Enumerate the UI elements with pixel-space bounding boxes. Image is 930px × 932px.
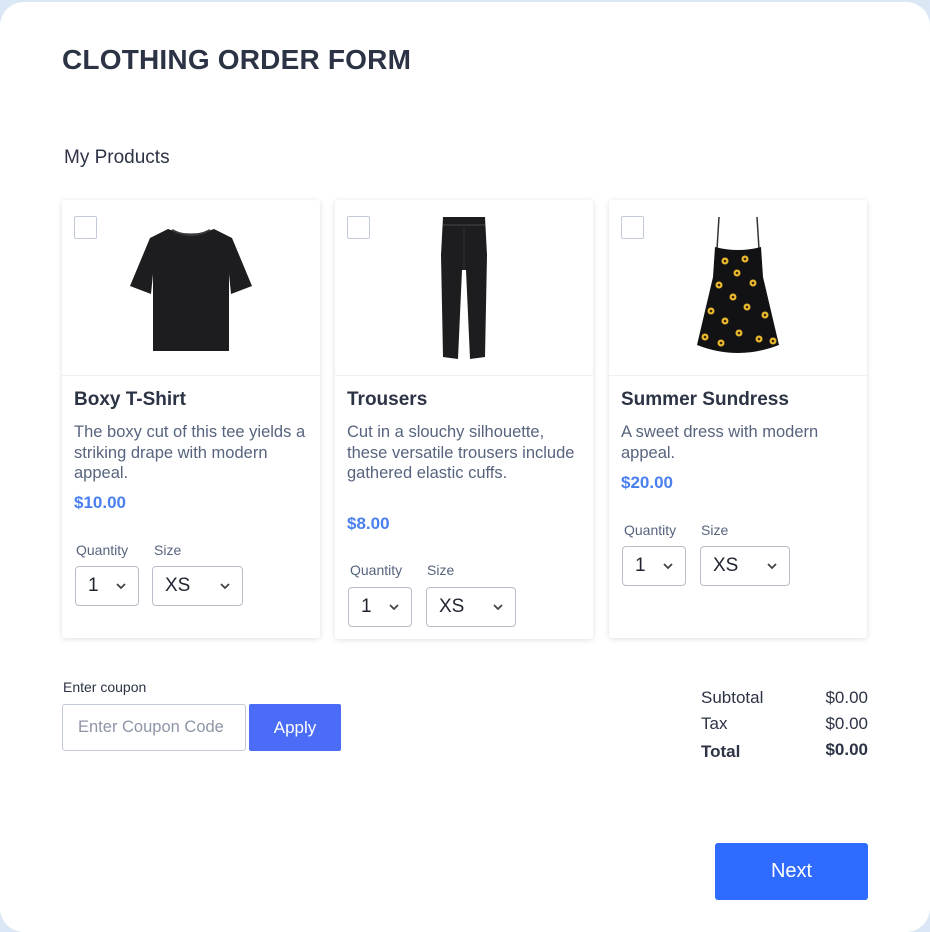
product-image-area (609, 200, 867, 376)
product-price: $8.00 (347, 514, 390, 533)
product-description: Cut in a slouchy silhouette, these versa… (347, 423, 575, 482)
section-label: My Products (64, 147, 170, 168)
quantity-value: 1 (88, 575, 99, 596)
product-name: Trousers (347, 389, 428, 410)
apply-coupon-button[interactable]: Apply (249, 704, 341, 751)
product-select-checkbox[interactable] (621, 216, 644, 239)
quantity-select[interactable]: 1 (622, 546, 686, 586)
chevron-down-icon (116, 583, 126, 590)
quantity-label: Quantity (76, 542, 129, 558)
subtotal-label: Subtotal (701, 688, 764, 707)
product-card-trousers[interactable]: Trousers Cut in a slouchy silhouette, th… (335, 200, 593, 639)
product-name: Summer Sundress (621, 389, 789, 410)
total-value: $0.00 (825, 740, 868, 759)
subtotal-value: $0.00 (825, 688, 868, 707)
tax-label: Tax (701, 714, 728, 733)
quantity-select[interactable]: 1 (348, 587, 412, 627)
form-title: CLOTHING ORDER FORM (62, 44, 412, 75)
tshirt-image (130, 229, 252, 351)
size-value: XS (165, 575, 191, 596)
chevron-down-icon (220, 583, 230, 590)
product-price: $20.00 (621, 473, 673, 492)
size-value: XS (439, 596, 465, 617)
size-label: Size (701, 522, 729, 538)
size-label: Size (154, 542, 182, 558)
product-description: The boxy cut of this tee yields a striki… (74, 423, 306, 482)
quantity-value: 1 (635, 555, 646, 576)
product-card-summer-sundress[interactable]: Summer Sundress A sweet dress with moder… (609, 200, 867, 638)
next-button[interactable]: Next (715, 843, 868, 900)
size-select[interactable]: XS (700, 546, 790, 586)
product-card-boxy-tshirt[interactable]: Boxy T-Shirt The boxy cut of this tee yi… (62, 200, 320, 638)
size-value: XS (713, 555, 739, 576)
tax-value: $0.00 (825, 714, 868, 733)
product-select-checkbox[interactable] (74, 216, 97, 239)
quantity-label: Quantity (350, 562, 403, 578)
quantity-select[interactable]: 1 (75, 566, 139, 606)
chevron-down-icon (389, 604, 399, 611)
product-select-checkbox[interactable] (347, 216, 370, 239)
size-select[interactable]: XS (426, 587, 516, 627)
quantity-value: 1 (361, 596, 372, 617)
size-select[interactable]: XS (152, 566, 243, 606)
quantity-label: Quantity (624, 522, 677, 538)
product-description: A sweet dress with modern appeal. (621, 423, 819, 462)
product-name: Boxy T-Shirt (74, 389, 186, 410)
total-label: Total (701, 742, 741, 761)
coupon-code-input[interactable] (62, 704, 246, 751)
trousers-image (441, 217, 487, 359)
product-image-area (62, 200, 320, 376)
chevron-down-icon (663, 563, 673, 570)
coupon-label: Enter coupon (63, 679, 147, 695)
chevron-down-icon (767, 563, 777, 570)
sundress-image (697, 216, 779, 353)
size-label: Size (427, 562, 455, 578)
product-price: $10.00 (74, 493, 126, 512)
chevron-down-icon (493, 604, 503, 611)
order-form-card: CLOTHING ORDER FORM My Products Boxy T-S… (0, 2, 930, 932)
product-image-area (335, 200, 593, 376)
